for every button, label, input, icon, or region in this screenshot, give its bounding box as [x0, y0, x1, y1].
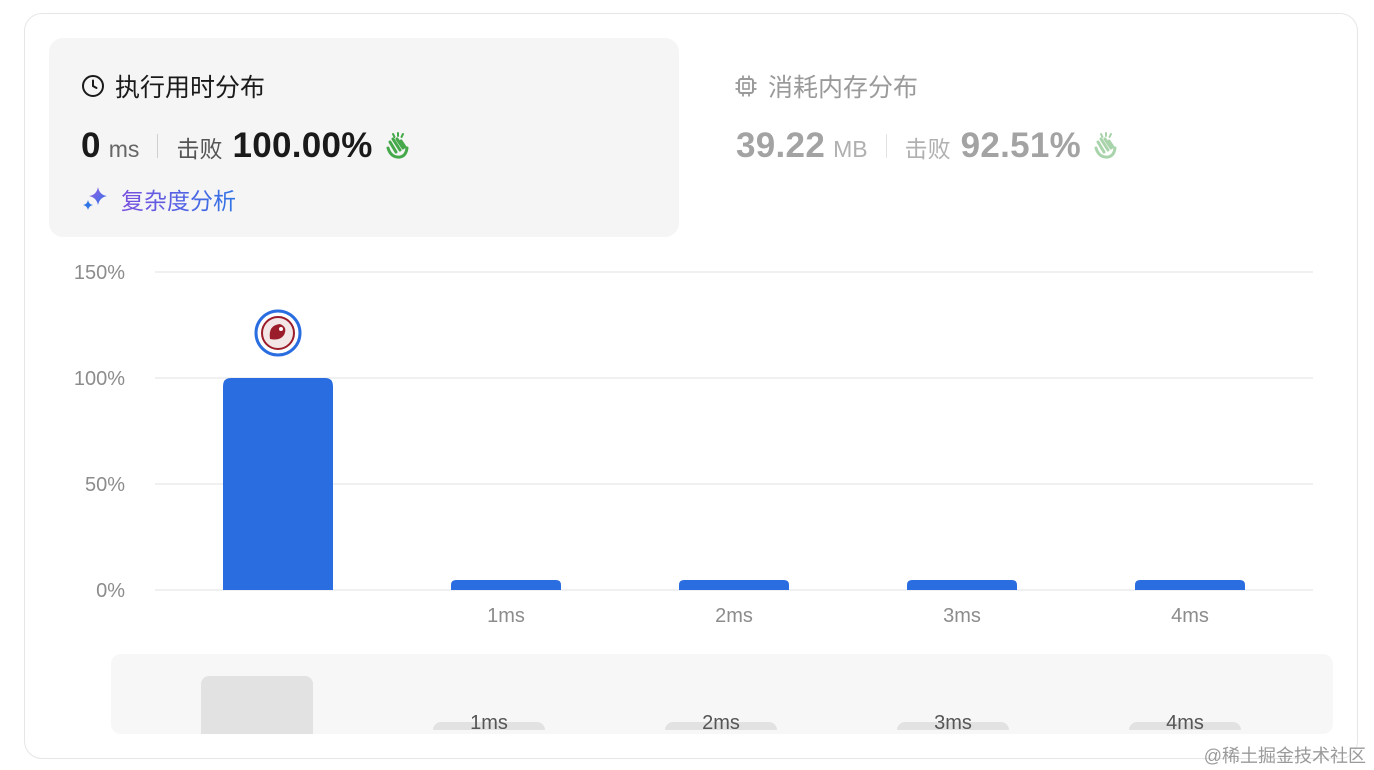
- overview-bar: [201, 676, 313, 734]
- bar[interactable]: [679, 580, 789, 590]
- y-tick-label: 50%: [85, 474, 125, 496]
- watermark: @稀土掘金技术社区: [1203, 746, 1366, 766]
- x-tick-label: 2ms: [715, 605, 753, 627]
- bar[interactable]: [907, 580, 1017, 590]
- y-tick-label: 0%: [96, 580, 125, 602]
- x-tick-label: 3ms: [943, 605, 981, 627]
- bar[interactable]: [223, 378, 333, 590]
- overview-label: 3ms: [934, 712, 972, 734]
- bar[interactable]: [1135, 580, 1245, 590]
- overview-label: 1ms: [470, 712, 508, 734]
- bar[interactable]: [451, 580, 561, 590]
- avatar-eye: [279, 327, 283, 331]
- overview-label: 2ms: [702, 712, 740, 734]
- overview-label: 4ms: [1166, 712, 1204, 734]
- x-tick-label: 4ms: [1171, 605, 1209, 627]
- chart-overview-scrollbar[interactable]: 1ms 2ms 3ms 4ms: [111, 654, 1333, 734]
- x-tick-label: 1ms: [487, 605, 525, 627]
- y-tick-label: 150%: [74, 262, 125, 284]
- y-tick-label: 100%: [74, 368, 125, 390]
- runtime-distribution-chart: 0% 50% 100% 150% 1ms 2ms 3ms 4ms: [74, 262, 1313, 627]
